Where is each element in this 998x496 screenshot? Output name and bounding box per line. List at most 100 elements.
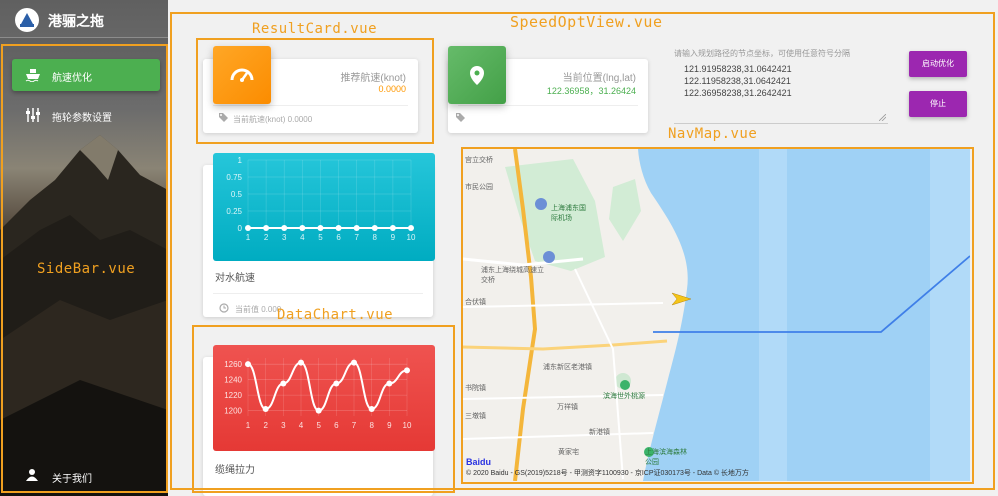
speedometer-icon (213, 46, 271, 104)
data-point (351, 359, 357, 366)
about-us-label: 关于我们 (52, 474, 92, 485)
data-point (335, 225, 342, 231)
data-point (299, 225, 306, 231)
sidebar-header: 港骊之拖 (0, 0, 168, 38)
route-coordinates-textarea[interactable]: 121.91958238,31.0642421 122.11958238,31.… (674, 60, 888, 124)
x-tick-label: 8 (373, 233, 378, 242)
data-point (333, 380, 340, 387)
y-tick-label: 1260 (224, 360, 242, 369)
about-us-link[interactable]: 关于我们 (25, 468, 92, 485)
x-tick-label: 8 (369, 421, 374, 430)
y-tick-label: 1240 (224, 376, 242, 385)
y-tick-label: 0 (238, 224, 243, 233)
x-tick-label: 9 (391, 233, 396, 242)
x-tick-label: 3 (282, 233, 287, 242)
route-input-hint: 请输入规划路径的节点坐标，可使用任意符号分隔 (674, 49, 850, 58)
x-tick-label: 10 (407, 233, 416, 242)
sidebar: 港骊之拖 航速优化 拖轮参数设置 关于我们 (0, 0, 168, 496)
clock-icon (219, 303, 229, 313)
route-line: 122.11958238,31.0642421 (684, 76, 791, 86)
data-point (371, 225, 378, 231)
map-label: 市民公园 (465, 184, 493, 191)
sidebar-item-label: 航速优化 (52, 73, 92, 84)
card-title: 当前位置(lng,lat) (562, 73, 636, 84)
result-card-label: ResultCard.vue (252, 21, 378, 37)
series-line (247, 361, 408, 412)
sidebar-item-tug-params[interactable]: 拖轮参数设置 (12, 99, 160, 131)
data-point (298, 359, 304, 366)
data-point (245, 361, 251, 368)
sliders-icon (26, 108, 40, 122)
x-tick-label: 9 (387, 421, 392, 430)
x-tick-label: 5 (316, 421, 321, 430)
x-tick-label: 7 (354, 233, 359, 242)
data-point (317, 225, 324, 231)
water-speed-chart: 0 0.25 0.5 0.75 1 1 2 3 4 5 6 7 8 9 10 (213, 153, 435, 261)
x-tick-label: 1 (246, 421, 251, 430)
nav-map[interactable]: 宫立交桥 市民公园 上海浦东国际机场 浦东上海绕城高速立交桥 合伏镇 浦东新区老… (463, 149, 970, 481)
map-label: 万祥镇 (557, 404, 578, 411)
datachart-label: DataChart.vue (277, 307, 394, 323)
app-root: 港骊之拖 航速优化 拖轮参数设置 关于我们 推荐航速(knot) 0.0000 … (0, 0, 998, 496)
map-label: 黄家宅 (558, 449, 579, 456)
user-icon (26, 469, 38, 481)
x-tick-label: 2 (264, 233, 269, 242)
x-tick-label: 5 (318, 233, 323, 242)
map-copyright: © 2020 Baidu - GS(2019)5218号 - 甲测资字11009… (466, 470, 749, 477)
stop-button[interactable]: 停止 (909, 91, 967, 117)
data-point (386, 380, 393, 387)
location-pin-icon (448, 46, 506, 104)
x-tick-label: 3 (281, 421, 286, 430)
y-tick-label: 1 (238, 156, 243, 165)
card-divider (213, 105, 408, 106)
logo (15, 8, 39, 32)
card-divider (458, 105, 638, 106)
sidebar-item-speed-optimize[interactable]: 航速优化 (12, 59, 160, 91)
sidebar-item-label: 拖轮参数设置 (52, 113, 112, 124)
y-tick-label: 1200 (224, 407, 242, 416)
card-divider (213, 293, 423, 294)
data-point (315, 407, 322, 414)
data-point (262, 406, 269, 413)
navmap-label: NavMap.vue (668, 126, 758, 142)
map-label: 上海滨海森林公园 (645, 449, 687, 466)
card-title: 推荐航速(knot) (340, 73, 406, 84)
baidu-logo: Baidu (466, 457, 491, 467)
map-canvas (463, 149, 970, 481)
map-label: 新港镇 (589, 429, 610, 436)
x-tick-label: 4 (299, 421, 304, 430)
sidebar-label: SideBar.vue (37, 261, 136, 277)
data-point (368, 406, 375, 413)
x-tick-label: 10 (403, 421, 412, 430)
y-tick-label: 0.75 (226, 173, 242, 182)
card-footer: 当前航速(knot) 0.0000 (233, 115, 313, 124)
data-point (389, 225, 396, 231)
baidu-logo-suffix: du (480, 457, 492, 467)
x-tick-label: 2 (263, 421, 268, 430)
resize-grip-icon[interactable] (879, 114, 886, 121)
baidu-logo-text: Bai (466, 457, 481, 467)
x-tick-label: 1 (246, 233, 251, 242)
chart-footer: 当前值 0.000 (235, 305, 282, 314)
map-label: 浦东上海绕城高速立交桥 (481, 267, 544, 284)
data-point (408, 225, 414, 231)
route-line: 121.91958238,31.0642421 (684, 64, 792, 74)
x-tick-label: 4 (300, 233, 305, 242)
map-label: 滨海世外桃源 (603, 393, 645, 400)
data-point (404, 367, 410, 374)
x-tick-label: 7 (352, 421, 357, 430)
speedopt-view-label: SpeedOptView.vue (510, 13, 663, 31)
rope-tension-chart: 1200 1220 1240 1260 1 2 3 4 5 6 7 8 9 10 (213, 345, 435, 451)
map-label: 三墩镇 (465, 413, 486, 420)
route-line: 122.36958238,31.2642421 (684, 88, 792, 98)
y-tick-label: 0.25 (226, 207, 242, 216)
x-tick-label: 6 (336, 233, 341, 242)
card-value: 0.0000 (378, 84, 406, 94)
start-optimize-button[interactable]: 启动优化 (909, 51, 967, 77)
data-point (245, 225, 251, 231)
y-tick-label: 1220 (224, 391, 242, 400)
rope-tension-label: 缆绳拉力 (215, 465, 255, 476)
map-label: 上海浦东国际机场 (551, 205, 586, 222)
data-point (281, 225, 288, 231)
y-tick-label: 0.5 (231, 190, 243, 199)
